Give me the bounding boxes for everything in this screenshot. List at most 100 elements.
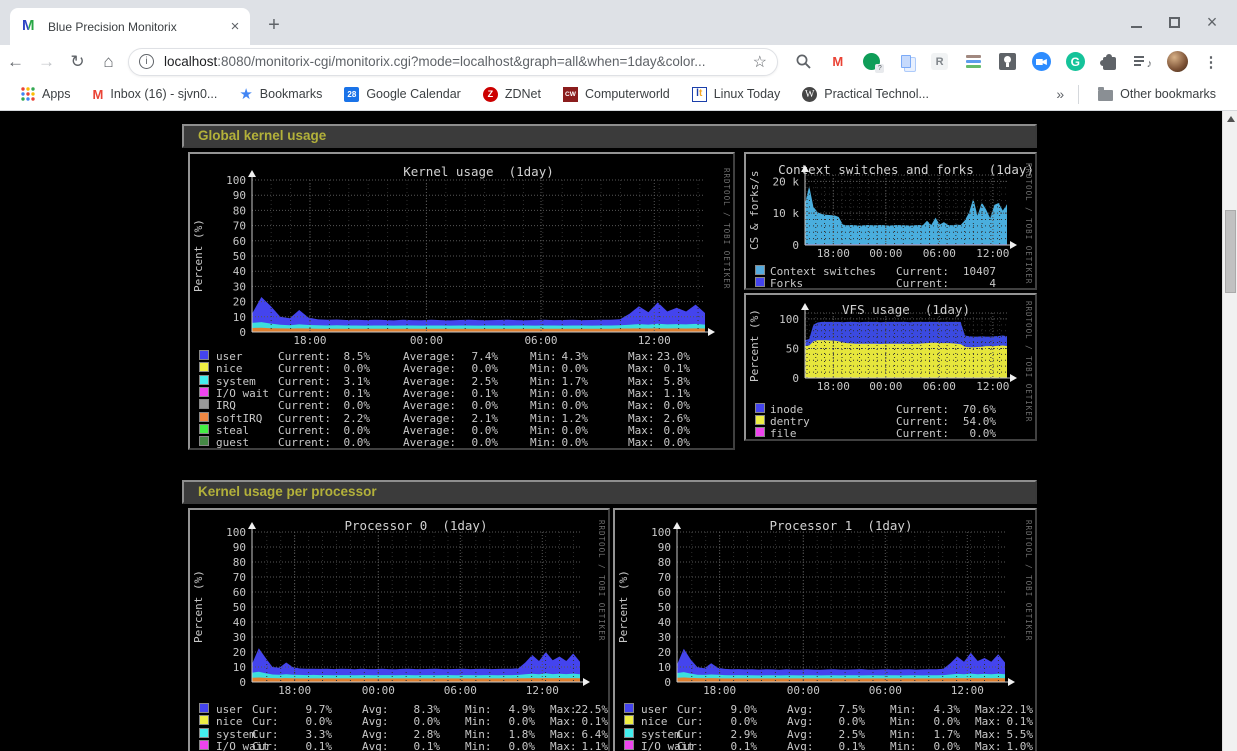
legend-row: systemCur:2.9%Avg:2.5%Min:1.7%Max:5.5% [615, 728, 1035, 740]
extensions-puzzle-icon[interactable] [1097, 50, 1121, 74]
legend-stat-value: 0.0% [438, 399, 498, 412]
chart-panel-kernel-usage[interactable]: Kernel usage (1day) Percent (%) RRDTOOL … [188, 152, 735, 450]
bookmark-apps[interactable]: Apps [21, 87, 71, 101]
browser-tab[interactable]: M M Blue Precision Monitorix × [10, 8, 250, 45]
maximize-button[interactable] [1155, 6, 1193, 40]
page-info-icon[interactable]: i [139, 54, 154, 69]
legend-stat-value: 0.0% [438, 436, 498, 449]
bookmark-computerworld[interactable]: CW Computerworld [563, 87, 670, 102]
legend-stat-value: 0.0% [902, 740, 960, 751]
legend-stat-value: 4.3% [528, 350, 588, 363]
svg-text:0: 0 [664, 676, 671, 689]
keep-extension-icon[interactable] [995, 50, 1019, 74]
legend-row: stealCurrent:0.0%Average:0.0%Min:0.0%Max… [190, 424, 733, 436]
grammarly-extension-icon[interactable]: G [1063, 50, 1087, 74]
legend-stat-value: 2.9% [699, 728, 757, 741]
legend-row: I/O waitCurrent:0.1%Average:0.1%Min:0.0%… [190, 387, 733, 399]
reload-button[interactable]: ↻ [62, 48, 93, 76]
new-tab-button[interactable]: + [260, 11, 288, 39]
legend-row: I/O waitCur:0.1%Avg:0.1%Min:0.0%Max:1.0% [615, 740, 1035, 751]
profile-avatar[interactable] [1165, 50, 1189, 74]
legend-row: fileCurrent:0.0% [746, 427, 1035, 439]
legend-stat-value: 4.3% [902, 703, 960, 716]
legend-swatch [625, 716, 633, 724]
legend-stat-value: 0.1% [630, 362, 690, 375]
legend-stat-value: 2.1% [438, 412, 498, 425]
minimize-icon [1131, 26, 1142, 28]
svg-text:12:00: 12:00 [951, 684, 984, 697]
bookmark-bookmarks[interactable]: ★ Bookmarks [239, 85, 322, 103]
svg-text:0: 0 [792, 372, 799, 385]
svg-text:50: 50 [233, 601, 246, 614]
legend-swatch [200, 741, 208, 749]
back-button[interactable]: ← [0, 48, 31, 76]
other-bookmarks-button[interactable]: Other bookmarks [1098, 87, 1216, 101]
forward-button[interactable]: → [31, 48, 62, 76]
calendar-icon: 28 [344, 87, 359, 102]
svg-text:12:00: 12:00 [638, 334, 671, 347]
zoom-extension-icon[interactable] [1029, 50, 1053, 74]
bookmark-linux-today[interactable]: lt Linux Today [692, 87, 781, 102]
scrollbar-up-arrow-icon[interactable] [1223, 111, 1237, 126]
copy-pages-extension-icon[interactable] [894, 50, 918, 74]
legend-stat-value: 22.1% [975, 703, 1033, 716]
legend-series-name: user [641, 703, 668, 716]
r-extension-icon[interactable]: R [928, 50, 952, 74]
bookmarks-overflow-icon[interactable]: » [1056, 86, 1064, 102]
gmail-extension-icon[interactable]: M [826, 50, 850, 74]
legend-row: Context switchesCurrent:10407 [746, 265, 1035, 277]
svg-text:60: 60 [658, 586, 671, 599]
tab-close-icon[interactable]: × [226, 18, 244, 36]
scrollbar-thumb[interactable] [1225, 210, 1236, 293]
legend-swatch [200, 351, 208, 359]
chart-panel-processor-1[interactable]: Processor 1 (1day) Percent (%) RRDTOOL /… [613, 508, 1037, 751]
books-extension-icon[interactable] [962, 50, 986, 74]
legend-stat-value: 4.9% [477, 703, 535, 716]
legend-stat-value: 2.6% [630, 412, 690, 425]
tab-title: Blue Precision Monitorix [48, 20, 226, 34]
legend-swatch [200, 437, 208, 445]
browser-menu-icon[interactable]: ⋮ [1199, 50, 1223, 74]
legend-swatch [200, 704, 208, 712]
legend-series-name: guest [216, 436, 249, 449]
svg-text:80: 80 [233, 204, 246, 217]
legend-swatch [756, 404, 764, 412]
address-bar[interactable]: i localhost:8080/monitorix-cgi/monitorix… [128, 48, 778, 76]
home-button[interactable]: ⌂ [93, 48, 124, 76]
legend-stat-value: 0.0% [528, 436, 588, 449]
playlist-extension-icon[interactable]: ♪ [1131, 50, 1155, 74]
monitorix-favicon-icon: M M [22, 19, 38, 35]
legend-stat-value: 22.5% [550, 703, 608, 716]
svg-text:20: 20 [658, 646, 671, 659]
legend-stat-value: 5.5% [975, 728, 1033, 741]
svg-text:06:00: 06:00 [444, 684, 477, 697]
bookmark-zdnet[interactable]: Z ZDNet [483, 87, 541, 102]
legend-stat-value: 0.0% [630, 424, 690, 437]
svg-text:18:00: 18:00 [817, 380, 850, 393]
url-text[interactable]: localhost:8080/monitorix-cgi/monitorix.c… [164, 54, 747, 69]
chart-panel-processor-0[interactable]: Processor 0 (1day) Percent (%) RRDTOOL /… [188, 508, 610, 751]
star-icon: ★ [239, 85, 252, 103]
search-icon[interactable] [792, 50, 816, 74]
legend-stat-value: 7.5% [807, 703, 865, 716]
legend-series-name: I/O wait [216, 387, 269, 400]
svg-text:20: 20 [233, 646, 246, 659]
bookmark-label: Google Calendar [366, 87, 461, 101]
close-window-button[interactable]: × [1193, 6, 1231, 40]
voice-extension-icon[interactable] [860, 50, 884, 74]
legend-series-name: IRQ [216, 399, 236, 412]
legend-swatch [756, 278, 764, 286]
chart-panel-context-switches[interactable]: Context switches and forks (1day) CS & f… [744, 152, 1037, 290]
bookmark-star-icon[interactable]: ☆ [753, 52, 767, 72]
legend-stat-value: 0.0% [382, 715, 440, 728]
svg-text:12:00: 12:00 [976, 380, 1009, 393]
legend-stat-value: 0.1% [975, 715, 1033, 728]
chart-panel-vfs-usage[interactable]: VFS usage (1day) Percent (%) RRDTOOL / T… [744, 293, 1037, 441]
minimize-button[interactable] [1117, 6, 1155, 40]
bookmark-google-calendar[interactable]: 28 Google Calendar [344, 87, 461, 102]
page-scrollbar[interactable] [1222, 111, 1237, 751]
legend-stat-value: 0.0% [438, 424, 498, 437]
bookmark-practical-technology[interactable]: W Practical Technol... [802, 87, 929, 102]
url-host: localhost [164, 54, 217, 69]
bookmark-inbox[interactable]: M Inbox (16) - sjvn0... [93, 87, 218, 102]
